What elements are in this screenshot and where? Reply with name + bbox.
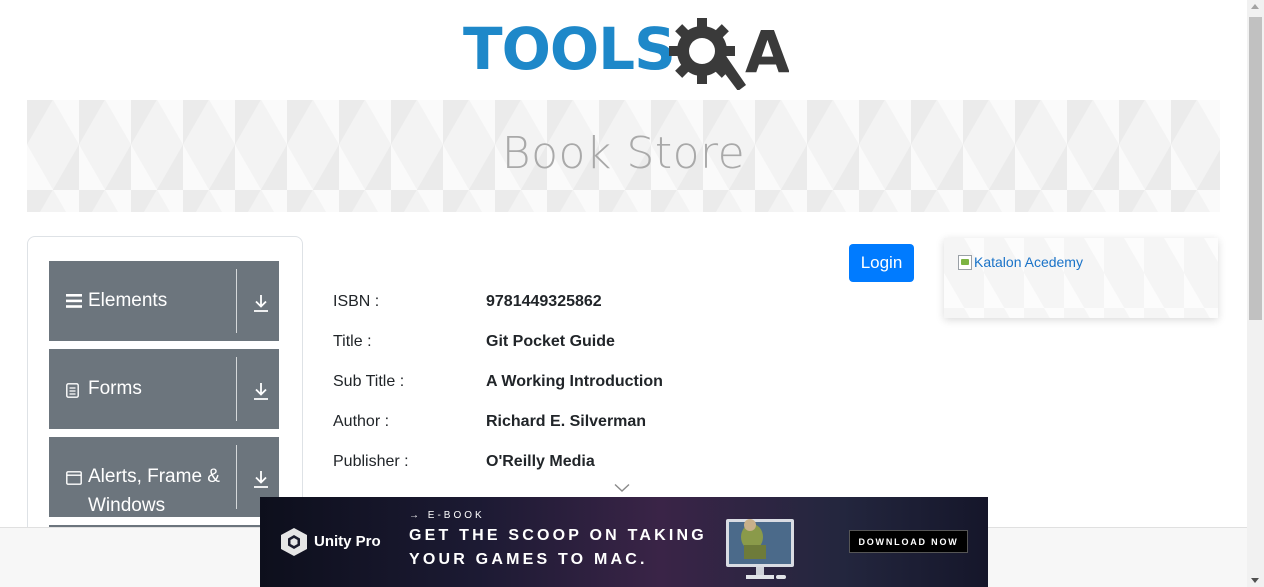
unity-logo-icon [281, 528, 307, 556]
book-row-author: Author : Richard E. Silverman [333, 413, 853, 437]
book-row-subtitle: Sub Title : A Working Introduction [333, 373, 853, 397]
logo-suffix: A [745, 18, 789, 86]
author-label: Author : [333, 413, 390, 430]
ad-headline-1: GET THE SCOOP ON TAKING [409, 527, 707, 544]
isbn-value: 9781449325862 [486, 293, 602, 310]
menu-icon [66, 294, 82, 308]
book-row-publisher: Publisher : O'Reilly Media [333, 453, 853, 477]
group-divider [236, 445, 237, 509]
author-value: Richard E. Silverman [486, 413, 647, 430]
ad-kicker: → E-BOOK [409, 510, 485, 521]
download-icon [254, 471, 268, 488]
group-label-elements: Elements [88, 290, 168, 311]
group-divider [236, 269, 237, 333]
toolsqa-logo[interactable]: TOOLS A [463, 15, 789, 90]
group-label-forms: Forms [88, 378, 142, 399]
publisher-value: O'Reilly Media [486, 453, 595, 470]
download-icon [254, 383, 268, 400]
page-title: Book Store [501, 128, 746, 179]
scroll-down-arrow-icon[interactable] [1251, 578, 1259, 583]
subtitle-label: Sub Title : [333, 373, 405, 390]
title-value: Git Pocket Guide [486, 333, 615, 350]
chevron-down-icon[interactable] [614, 483, 630, 493]
vertical-scrollbar[interactable] [1247, 0, 1264, 587]
book-row-title: Title : Git Pocket Guide [333, 333, 853, 357]
left-nav-panel: Elements Forms Alerts, Frame & Windows [27, 236, 303, 536]
broken-image-icon [958, 254, 972, 270]
ad-headline-2: YOUR GAMES TO MAC. [409, 551, 648, 568]
logo-text: TOOLS [463, 15, 676, 83]
isbn-label: ISBN : [333, 293, 380, 310]
login-button[interactable]: Login [849, 244, 914, 282]
side-ad-alt-text: Katalon Acedemy [974, 254, 1083, 270]
ad-monitor-illustration [726, 519, 794, 579]
group-header-alerts-frame-windows[interactable]: Alerts, Frame & Windows [49, 437, 279, 517]
group-header-elements[interactable]: Elements [49, 261, 279, 341]
book-row-isbn: ISBN : 9781449325862 [333, 293, 853, 317]
group-label-alerts-line1: Alerts, Frame & [88, 466, 220, 487]
broken-image[interactable]: Katalon Acedemy [958, 254, 1083, 270]
unity-ad-banner[interactable]: Unity Pro → E-BOOK GET THE SCOOP ON TAKI… [260, 497, 988, 587]
group-divider [236, 357, 237, 421]
scroll-up-arrow-icon[interactable] [1251, 4, 1259, 9]
download-icon [254, 295, 268, 312]
subtitle-value: A Working Introduction [486, 373, 663, 390]
side-ad-box[interactable]: Katalon Acedemy [944, 238, 1218, 318]
window-icon [66, 471, 82, 485]
group-header-forms[interactable]: Forms [49, 349, 279, 429]
document-icon [66, 383, 79, 398]
title-label: Title : [333, 333, 372, 350]
scroll-thumb[interactable] [1249, 17, 1262, 320]
download-now-button[interactable]: DOWNLOAD NOW [849, 530, 968, 553]
page-banner: Book Store [27, 100, 1220, 212]
ad-brand: Unity Pro [314, 533, 381, 550]
gear-q-icon: A [669, 18, 789, 90]
publisher-label: Publisher : [333, 453, 409, 470]
group-label-alerts-line2: Windows [88, 495, 166, 516]
